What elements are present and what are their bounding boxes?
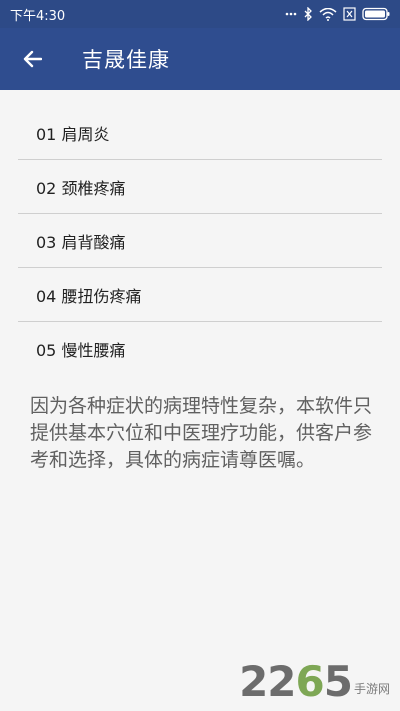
- status-icons: [285, 7, 390, 21]
- list-item-shoulder-back-ache[interactable]: 03 肩背酸痛: [18, 214, 382, 268]
- arrow-left-icon: [23, 50, 42, 68]
- wifi-icon: [319, 7, 337, 21]
- list-item-neck-pain[interactable]: 02 颈椎疼痛: [18, 160, 382, 214]
- watermark-number: 2265: [239, 657, 353, 706]
- no-sim-icon: [343, 7, 356, 21]
- list-item-frozen-shoulder[interactable]: 01 肩周炎: [18, 106, 382, 160]
- watermark-site: 手游网: [353, 682, 390, 696]
- list-item-label: 02 颈椎疼痛: [36, 178, 126, 198]
- bluetooth-icon: [304, 7, 312, 21]
- app-bar: 吉晟佳康: [0, 28, 400, 90]
- app-title: 吉晟佳康: [82, 48, 170, 72]
- disclaimer-text: 因为各种症状的病理特性复杂，本软件只提供基本穴位和中医理疗功能，供客户参考和选择…: [30, 395, 373, 471]
- list-item-label: 01 肩周炎: [36, 124, 110, 144]
- battery-icon: [362, 7, 390, 21]
- list-item-label: 03 肩背酸痛: [36, 232, 126, 252]
- condition-list: 01 肩周炎 02 颈椎疼痛 03 肩背酸痛 04 腰扭伤疼痛 05 慢性腰痛: [18, 106, 382, 376]
- watermark-logo: 2265 手游网: [239, 661, 390, 703]
- status-bar: 下午4:30: [0, 0, 400, 28]
- status-time: 下午4:30: [10, 8, 66, 24]
- back-button[interactable]: [17, 44, 47, 74]
- list-item-label: 04 腰扭伤疼痛: [36, 286, 142, 306]
- list-item-chronic-back-pain[interactable]: 05 慢性腰痛: [18, 322, 382, 376]
- list-item-label: 05 慢性腰痛: [36, 341, 126, 360]
- more-dots-icon: [285, 12, 297, 16]
- list-item-lumbar-sprain[interactable]: 04 腰扭伤疼痛: [18, 268, 382, 322]
